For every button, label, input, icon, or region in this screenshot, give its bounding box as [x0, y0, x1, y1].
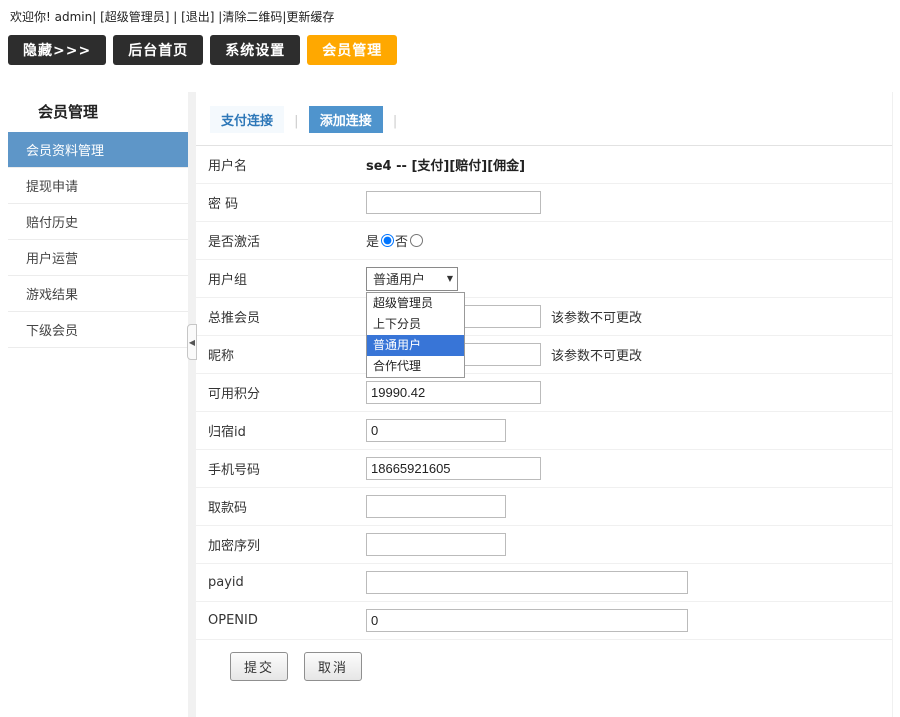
- password-label: 密 码: [208, 193, 366, 212]
- welcome-bar: 欢迎你! admin| [超级管理员] | [退出] |清除二维码|更新缓存: [0, 0, 900, 29]
- user-group-option[interactable]: 超级管理员: [367, 293, 464, 314]
- encrypt-seq-label: 加密序列: [208, 535, 366, 554]
- is-active-radio-group: 是 否: [366, 231, 424, 250]
- sidebar: 会员管理 会员资料管理 提现申请 赔付历史 用户运营 游戏结果 下级会员: [8, 92, 188, 717]
- form-row-withdraw-code: 取款码: [196, 488, 892, 526]
- cancel-button[interactable]: 取消: [304, 652, 362, 681]
- points-label: 可用积分: [208, 383, 366, 402]
- tab-add-connection[interactable]: 添加连接: [309, 106, 383, 133]
- collapse-left-icon: ◀: [189, 338, 195, 347]
- form-row-password: 密 码: [196, 184, 892, 222]
- radio-no-label: 否: [395, 231, 408, 250]
- form-row-nickname: 昵称 该参数不可更改: [196, 336, 892, 374]
- sidebar-gutter: ◀: [188, 92, 196, 717]
- sidebar-item-withdraw-request[interactable]: 提现申请: [8, 168, 188, 204]
- user-group-label: 用户组: [208, 269, 366, 288]
- points-input[interactable]: [366, 381, 541, 404]
- tab-bar: 支付连接 | 添加连接 |: [196, 92, 892, 146]
- password-input[interactable]: [366, 191, 541, 214]
- withdraw-code-label: 取款码: [208, 497, 366, 516]
- user-group-options-list: 超级管理员 上下分员 普通用户 合作代理: [366, 292, 465, 378]
- sidebar-item-payout-history[interactable]: 赔付历史: [8, 204, 188, 240]
- nav-system-settings-button[interactable]: 系统设置: [210, 35, 300, 65]
- form-row-phone: 手机号码: [196, 450, 892, 488]
- username-label: 用户名: [208, 155, 366, 174]
- encrypt-seq-input[interactable]: [366, 533, 506, 556]
- username-value: se4 -- [支付][赔付][佣金]: [366, 155, 525, 174]
- is-active-label: 是否激活: [208, 231, 366, 250]
- form-row-openid: OPENID: [196, 602, 892, 640]
- payid-label: payid: [208, 575, 366, 590]
- form-row-points: 可用积分: [196, 374, 892, 412]
- sidebar-item-user-operation[interactable]: 用户运营: [8, 240, 188, 276]
- form-row-home-id: 归宿id: [196, 412, 892, 450]
- home-id-input[interactable]: [366, 419, 506, 442]
- referrer-note: 该参数不可更改: [551, 307, 642, 326]
- user-group-selected-value: 普通用户: [373, 269, 425, 288]
- sidebar-item-member-data[interactable]: 会员资料管理: [8, 132, 188, 168]
- main-nav: 隐藏>>> 后台首页 系统设置 会员管理: [0, 29, 900, 65]
- user-group-select[interactable]: 普通用户 ▼: [366, 267, 458, 291]
- main-panel: 支付连接 | 添加连接 | 用户名 se4 -- [支付][赔付][佣金] 密 …: [196, 92, 893, 717]
- submit-button[interactable]: 提交: [230, 652, 288, 681]
- form-row-payid: payid: [196, 564, 892, 602]
- sidebar-item-sub-members[interactable]: 下级会员: [8, 312, 188, 348]
- form-row-username: 用户名 se4 -- [支付][赔付][佣金]: [196, 146, 892, 184]
- nav-hide-button[interactable]: 隐藏>>>: [8, 35, 106, 65]
- nav-member-management-button[interactable]: 会员管理: [307, 35, 397, 65]
- user-group-option[interactable]: 合作代理: [367, 356, 464, 377]
- form-row-encrypt-seq: 加密序列: [196, 526, 892, 564]
- payid-input[interactable]: [366, 571, 688, 594]
- openid-input[interactable]: [366, 609, 688, 632]
- tab-separator: |: [393, 114, 397, 129]
- nickname-label: 昵称: [208, 345, 366, 364]
- sidebar-title: 会员管理: [8, 92, 188, 132]
- radio-yes[interactable]: [381, 234, 394, 247]
- chevron-down-icon: ▼: [447, 274, 453, 283]
- radio-no[interactable]: [410, 234, 423, 247]
- user-group-option[interactable]: 上下分员: [367, 314, 464, 335]
- form-row-user-group: 用户组 普通用户 ▼ 超级管理员 上下分员 普通用户 合作代理: [196, 260, 892, 298]
- tab-separator: |: [294, 114, 298, 129]
- form-actions: 提交 取消: [196, 640, 892, 693]
- form-row-referrer: 总推会员 该参数不可更改: [196, 298, 892, 336]
- form-row-is-active: 是否激活 是 否: [196, 222, 892, 260]
- home-id-label: 归宿id: [208, 421, 366, 440]
- referrer-label: 总推会员: [208, 307, 366, 326]
- phone-input[interactable]: [366, 457, 541, 480]
- nav-home-button[interactable]: 后台首页: [113, 35, 203, 65]
- sidebar-collapse-handle[interactable]: ◀: [187, 324, 197, 360]
- radio-yes-label: 是: [366, 231, 379, 250]
- phone-label: 手机号码: [208, 459, 366, 478]
- nickname-note: 该参数不可更改: [551, 345, 642, 364]
- content-layout: 会员管理 会员资料管理 提现申请 赔付历史 用户运营 游戏结果 下级会员 ◀ 支…: [0, 92, 900, 717]
- tab-payment-connection[interactable]: 支付连接: [210, 106, 284, 133]
- sidebar-item-game-results[interactable]: 游戏结果: [8, 276, 188, 312]
- withdraw-code-input[interactable]: [366, 495, 506, 518]
- member-edit-form: 用户名 se4 -- [支付][赔付][佣金] 密 码 是否激活 是 否 用户组: [196, 146, 892, 693]
- openid-label: OPENID: [208, 613, 366, 628]
- user-group-option-selected[interactable]: 普通用户: [367, 335, 464, 356]
